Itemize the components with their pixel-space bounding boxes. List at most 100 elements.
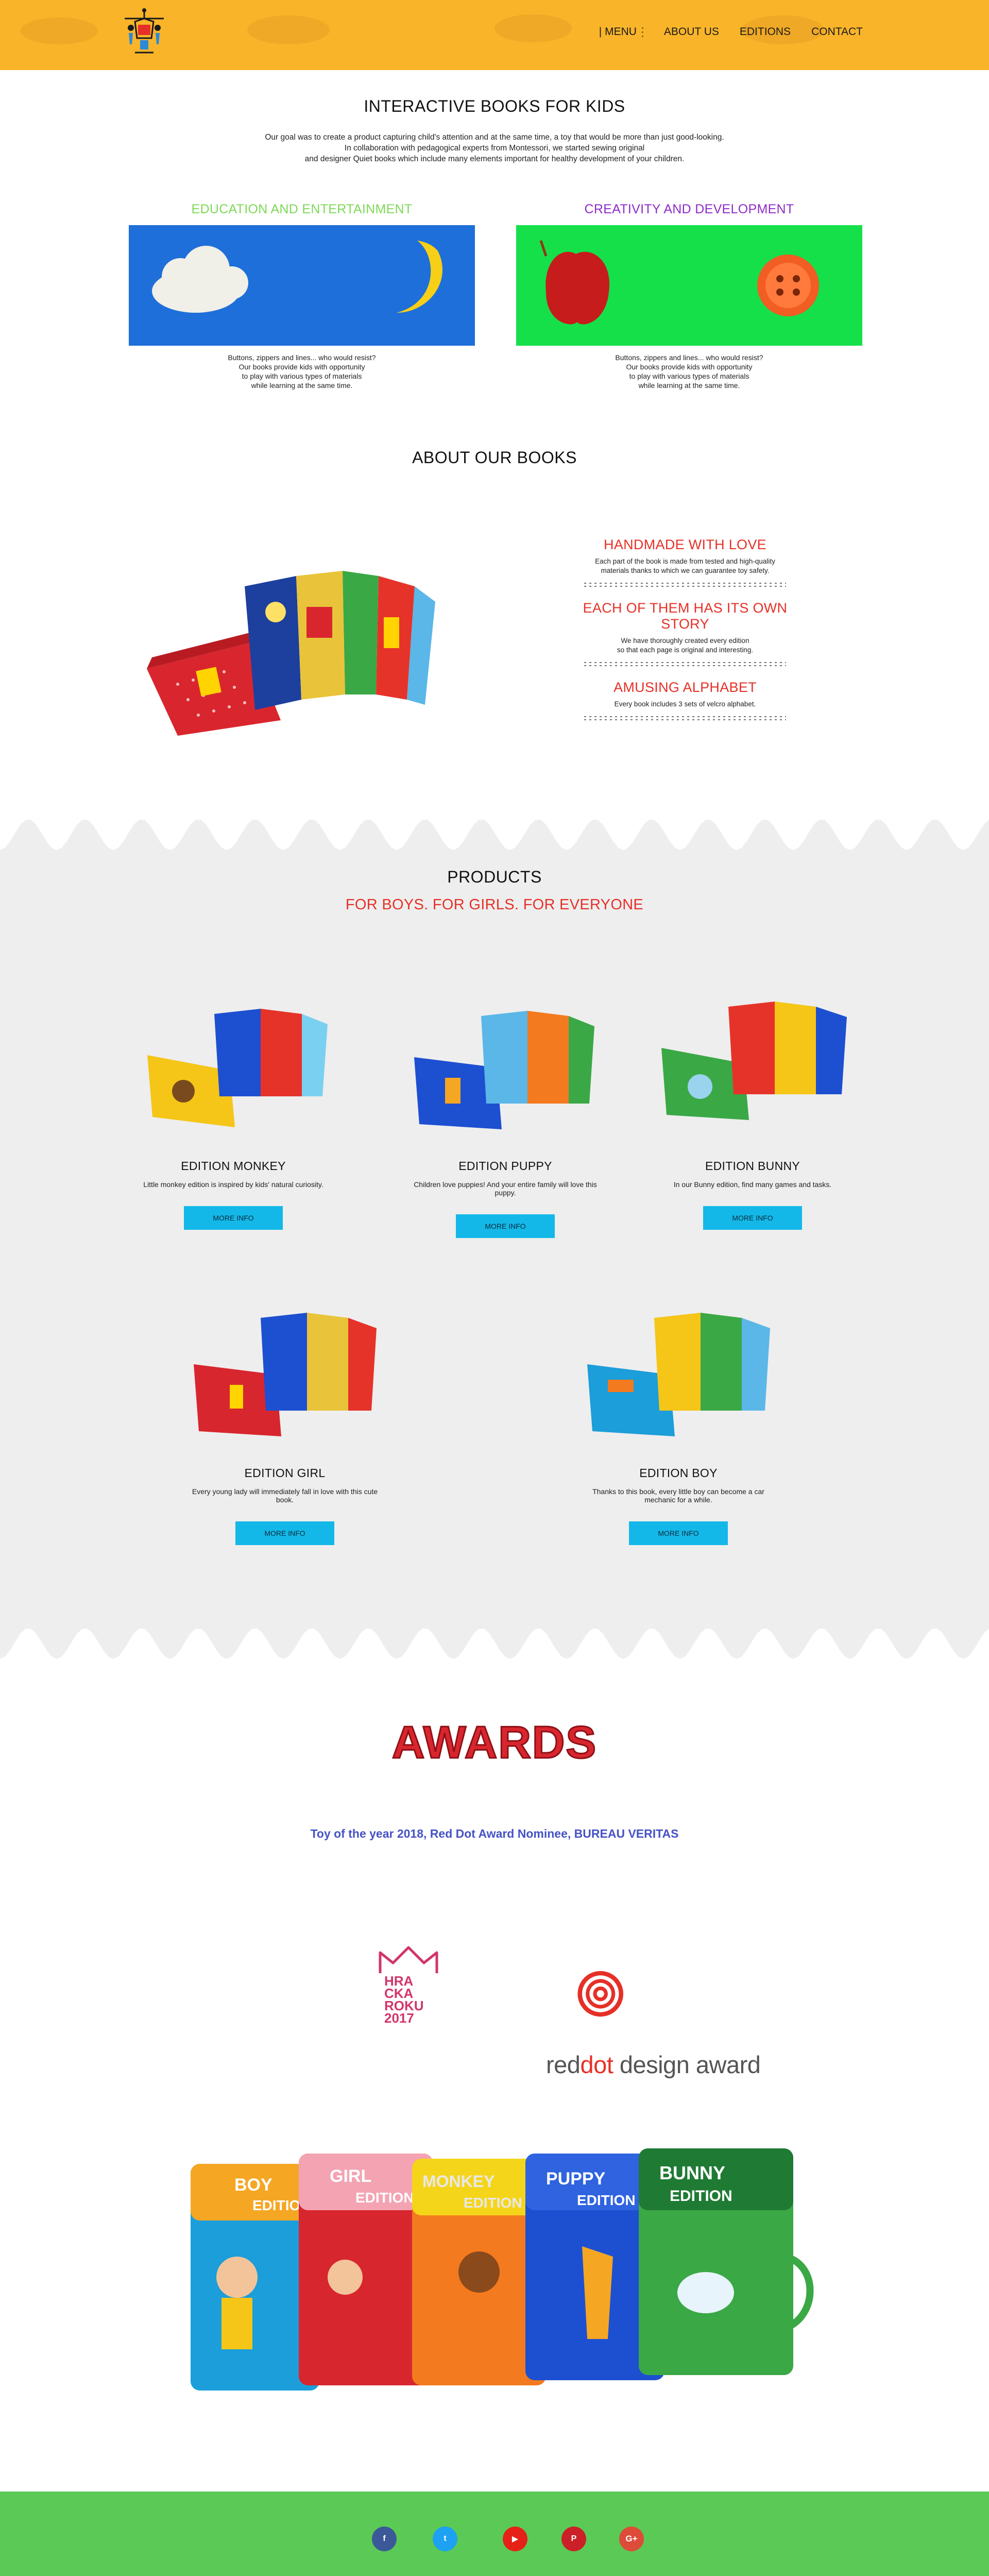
products-subtitle: FOR BOYS. FOR GIRLS. FOR EVERYONE bbox=[345, 896, 644, 913]
social-glyph: t bbox=[444, 2534, 447, 2543]
product-name: EDITION BOY bbox=[639, 1466, 718, 1480]
menu-dots-icon bbox=[641, 27, 643, 37]
cloud-moon-illustration bbox=[152, 241, 442, 313]
stitch-divider bbox=[584, 583, 786, 587]
intro-line: Our goal was to create a product capturi… bbox=[265, 133, 724, 142]
moon-icon bbox=[397, 241, 442, 313]
book-label: EDITION bbox=[577, 2192, 636, 2208]
about-item-alphabet: AMUSING ALPHABET Every book includes 3 s… bbox=[572, 680, 798, 720]
book-collection-image: BOY EDITION GIRL EDITION MONKEY EDITION … bbox=[191, 2148, 814, 2391]
header-decoration bbox=[494, 14, 572, 42]
book-image bbox=[194, 1313, 377, 1436]
feature-image-cloud-moon bbox=[129, 225, 475, 346]
more-info-button[interactable]: MORE INFO bbox=[184, 1206, 283, 1230]
hracka-roku-award-logo: HRA CKA ROKU 2017 bbox=[379, 1946, 438, 2025]
header-decoration bbox=[247, 15, 330, 44]
nav-about-us[interactable]: ABOUT US bbox=[664, 26, 719, 38]
intro-line: In collaboration with pedagogical expert… bbox=[344, 144, 645, 152]
product-description: Thanks to this book, every little boy ca… bbox=[592, 1487, 764, 1504]
book-label: EDITION bbox=[464, 2195, 522, 2211]
feature-description: Buttons, zippers and lines... who would … bbox=[129, 353, 475, 390]
feature-creativity: CREATIVITY AND DEVELOPMENT Buttons, zipp… bbox=[516, 202, 862, 390]
feature-desc-line: while learning at the same time. bbox=[638, 381, 740, 389]
book-label: EDITION bbox=[670, 2188, 732, 2205]
book-label: GIRL bbox=[330, 2166, 371, 2186]
intro-line: and designer Quiet books which include m… bbox=[304, 155, 685, 163]
intro-title: INTERACTIVE BOOKS FOR KIDS bbox=[364, 97, 625, 115]
product-name: EDITION BUNNY bbox=[705, 1159, 800, 1173]
menu-toggle[interactable]: | MENU bbox=[599, 26, 643, 38]
product-description: Every young lady will immediately fall i… bbox=[192, 1487, 378, 1504]
site-header: | MENU ABOUT US EDITIONS CONTACT bbox=[0, 0, 989, 70]
social-glyph: ▶ bbox=[511, 2535, 519, 2544]
about-item-title: HANDMADE WITH LOVE bbox=[604, 537, 766, 552]
product-description: Children love puppies! And your entire f… bbox=[414, 1180, 597, 1197]
button-icon bbox=[757, 255, 819, 316]
book-label: MONKEY bbox=[422, 2172, 494, 2191]
book-label: EDITION bbox=[355, 2190, 414, 2206]
more-info-button[interactable]: MORE INFO bbox=[629, 1521, 728, 1545]
product-image bbox=[183, 1302, 386, 1447]
about-item-title: EACH OF THEM HAS ITS OWN STORY bbox=[583, 600, 788, 632]
feature-desc-line: Our books provide kids with opportunity bbox=[238, 363, 365, 371]
hracka-text: 2017 bbox=[384, 2010, 414, 2025]
reddot-word: red bbox=[546, 2051, 581, 2078]
twitter-icon[interactable]: t bbox=[433, 2527, 457, 2551]
feature-title: CREATIVITY AND DEVELOPMENT bbox=[584, 202, 794, 216]
feature-desc-line: Buttons, zippers and lines... who would … bbox=[228, 353, 376, 362]
stitch-divider bbox=[584, 716, 786, 720]
book-label: BUNNY bbox=[659, 2162, 725, 2183]
youtube-icon[interactable]: ▶ bbox=[503, 2527, 527, 2551]
about-item-line: materials thanks to which we can guarant… bbox=[601, 567, 770, 574]
product-image bbox=[651, 991, 854, 1140]
apple-icon bbox=[539, 240, 610, 325]
social-glyph: G+ bbox=[625, 2534, 638, 2544]
product-name: EDITION MONKEY bbox=[181, 1159, 286, 1173]
site-logo[interactable] bbox=[120, 7, 169, 57]
intro-text: Our goal was to create a product capturi… bbox=[185, 132, 804, 164]
feature-desc-line: to play with various types of materials bbox=[629, 372, 749, 380]
about-item-line: Each part of the book is made from teste… bbox=[595, 557, 775, 565]
apple-button-illustration bbox=[539, 240, 819, 325]
main-nav: | MENU ABOUT US EDITIONS CONTACT bbox=[578, 26, 863, 38]
product-description: Little monkey edition is inspired by kid… bbox=[143, 1180, 323, 1189]
about-item-line: Every book includes 3 sets of velcro alp… bbox=[614, 700, 756, 708]
more-info-button[interactable]: MORE INFO bbox=[703, 1206, 802, 1230]
product-card-puppy: EDITION PUPPY Children love puppies! And… bbox=[404, 995, 607, 1238]
about-item-text: We have thoroughly created every edition… bbox=[572, 636, 798, 655]
about-item-text: Every book includes 3 sets of velcro alp… bbox=[572, 700, 798, 709]
about-item-line: We have thoroughly created every edition bbox=[621, 637, 749, 645]
product-card-bunny: EDITION BUNNY In our Bunny edition, find… bbox=[651, 991, 854, 1230]
reddot-circle-icon bbox=[577, 1971, 623, 2017]
about-item-handmade: HANDMADE WITH LOVE Each part of the book… bbox=[572, 537, 798, 587]
feature-desc-line: Buttons, zippers and lines... who would … bbox=[615, 353, 763, 362]
product-name: EDITION PUPPY bbox=[458, 1159, 552, 1173]
book-image bbox=[587, 1313, 770, 1436]
open-book-image bbox=[147, 571, 435, 736]
cloud-icon bbox=[152, 246, 248, 313]
pinterest-icon[interactable]: P bbox=[561, 2527, 586, 2551]
feature-desc-line: Our books provide kids with opportunity bbox=[626, 363, 753, 371]
stitch-divider bbox=[584, 662, 786, 666]
product-card-monkey: EDITION MONKEY Little monkey edition is … bbox=[132, 993, 335, 1230]
feature-desc-line: to play with various types of materials bbox=[242, 372, 362, 380]
google-plus-icon[interactable]: G+ bbox=[619, 2527, 644, 2551]
nav-editions[interactable]: EDITIONS bbox=[740, 26, 791, 38]
nav-contact[interactable]: CONTACT bbox=[811, 26, 863, 38]
product-description: In our Bunny edition, find many games an… bbox=[673, 1180, 832, 1189]
more-info-button[interactable]: MORE INFO bbox=[456, 1214, 555, 1238]
awards-title-text: AWARDS bbox=[392, 1721, 597, 1767]
product-card-girl: EDITION GIRL Every young lady will immed… bbox=[183, 1302, 386, 1545]
product-image bbox=[577, 1302, 780, 1447]
feature-desc-line: while learning at the same time. bbox=[251, 381, 353, 389]
feature-description: Buttons, zippers and lines... who would … bbox=[516, 353, 862, 390]
book-image bbox=[661, 1002, 847, 1120]
facebook-icon[interactable]: f bbox=[372, 2527, 397, 2551]
feature-education: EDUCATION AND ENTERTAINMENT Buttons, zip… bbox=[129, 202, 475, 390]
social-glyph: P bbox=[571, 2534, 577, 2543]
book-image bbox=[414, 1011, 594, 1129]
book-label: BOY bbox=[234, 2175, 272, 2195]
reddot-word: dot bbox=[580, 2051, 613, 2078]
more-info-button[interactable]: MORE INFO bbox=[235, 1521, 334, 1545]
feature-title: EDUCATION AND ENTERTAINMENT bbox=[191, 202, 413, 216]
